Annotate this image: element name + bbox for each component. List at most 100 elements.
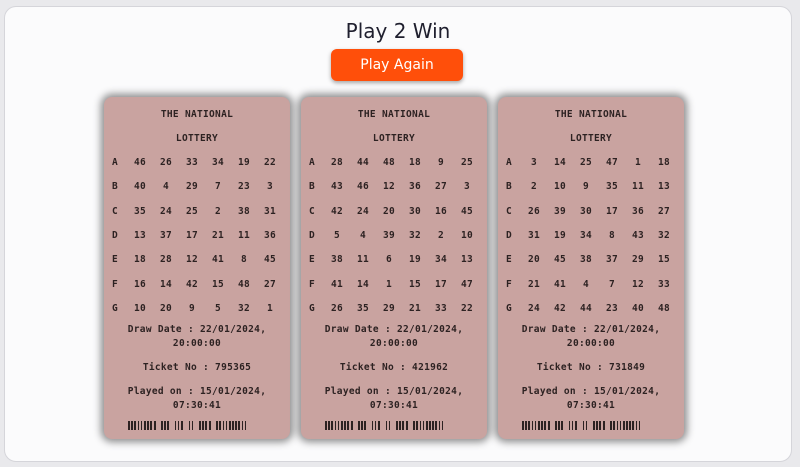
lottery-number: 1 <box>266 302 274 314</box>
row-letter: D <box>112 229 119 241</box>
lottery-number: 9 <box>188 302 196 314</box>
lottery-number: 41 <box>553 278 567 290</box>
lottery-number: 25 <box>460 157 474 168</box>
ticket-number: Ticket No : 421962 <box>339 362 449 373</box>
lottery-number: 7 <box>214 181 222 193</box>
lottery-number: 5 <box>333 229 341 241</box>
ticket-row-d: D 31 19 34 8 43 32 <box>506 230 678 242</box>
draw-date: Draw Date : 22/01/2024, <box>127 324 267 335</box>
lottery-number: 10 <box>460 229 474 241</box>
lottery-number: 35 <box>133 205 147 217</box>
row-letter: G <box>309 302 316 314</box>
lottery-number: 45 <box>460 205 474 217</box>
lottery-number: 2 <box>437 229 445 241</box>
draw-date: Draw Date : 22/01/2024, <box>324 324 464 335</box>
lottery-number: 6 <box>385 254 393 266</box>
tickets-area: THE NATIONAL LOTTERY A 46 26 33 34 19 22 B 40 4 29… <box>104 97 692 439</box>
lottery-number: 18 <box>657 157 671 168</box>
ticket-row-c: C 35 24 25 2 38 31 <box>112 206 284 218</box>
lottery-number: 20 <box>159 302 173 314</box>
lottery-number: 35 <box>605 181 619 193</box>
page-title: Play 2 Win <box>345 19 451 43</box>
row-letter: G <box>112 302 119 314</box>
lottery-number: 27 <box>263 278 277 290</box>
ticket-row-b: B 43 46 12 36 27 3 <box>309 181 481 193</box>
lottery-number: 16 <box>434 205 448 217</box>
row-letter: F <box>309 278 316 290</box>
lottery-number: 48 <box>237 278 251 290</box>
lottery-number: 11 <box>631 181 645 193</box>
row-letter: C <box>112 205 119 217</box>
lottery-number: 46 <box>133 157 147 168</box>
lottery-number: 34 <box>579 229 593 241</box>
lottery-number: 3 <box>463 181 471 193</box>
lottery-number: 33 <box>657 278 671 290</box>
lottery-number: 31 <box>527 229 541 241</box>
lottery-number: 12 <box>382 181 396 193</box>
lottery-number: 46 <box>356 181 370 193</box>
barcode <box>522 421 662 430</box>
ticket-row-e: E 20 45 38 37 29 15 <box>506 254 678 266</box>
row-letter: F <box>506 278 513 290</box>
lottery-number: 44 <box>579 302 593 314</box>
row-letter: C <box>506 205 513 217</box>
lottery-number: 21 <box>527 278 541 290</box>
played-on-date: Played on : 15/01/2024, <box>324 386 464 397</box>
lottery-number: 28 <box>330 157 344 168</box>
row-letter: D <box>309 229 316 241</box>
lottery-number: 21 <box>408 302 422 314</box>
lottery-number: 20 <box>527 254 541 266</box>
lottery-number: 48 <box>657 302 671 314</box>
ticket-row-c: C 42 24 20 30 16 45 <box>309 206 481 218</box>
row-letter: E <box>506 254 513 266</box>
ticket-row-d: D 13 37 17 21 11 36 <box>112 230 284 242</box>
lottery-number: 2 <box>530 181 538 193</box>
lottery-number: 22 <box>460 302 474 314</box>
lottery-number: 42 <box>185 278 199 290</box>
lottery-number: 17 <box>434 278 448 290</box>
lottery-number: 33 <box>185 157 199 168</box>
lottery-number: 35 <box>356 302 370 314</box>
lottery-number: 32 <box>237 302 251 314</box>
played-on-time: 07:30:41 <box>369 400 419 411</box>
lottery-number: 10 <box>553 181 567 193</box>
lottery-number: 15 <box>408 278 422 290</box>
lottery-number: 28 <box>159 254 173 266</box>
lottery-number: 44 <box>356 157 370 168</box>
lottery-number: 34 <box>211 157 225 168</box>
lottery-number: 39 <box>382 229 396 241</box>
row-letter: A <box>112 157 119 168</box>
lottery-number: 14 <box>356 278 370 290</box>
lottery-number: 10 <box>133 302 147 314</box>
lottery-number: 24 <box>356 205 370 217</box>
lottery-number: 8 <box>240 254 248 266</box>
lottery-number: 24 <box>159 205 173 217</box>
draw-time: 20:00:00 <box>566 338 616 349</box>
ticket-row-e: E 38 11 6 19 34 13 <box>309 254 481 266</box>
play-again-button[interactable]: Play Again <box>331 49 463 81</box>
lottery-number: 14 <box>159 278 173 290</box>
ticket-subheader: LOTTERY <box>372 133 416 144</box>
lottery-number: 4 <box>582 278 590 290</box>
lottery-number: 36 <box>408 181 422 193</box>
lottery-number: 32 <box>408 229 422 241</box>
lottery-number: 3 <box>530 157 538 168</box>
lottery-number: 30 <box>579 205 593 217</box>
lottery-number: 37 <box>605 254 619 266</box>
lottery-number: 16 <box>133 278 147 290</box>
ticket-number: Ticket No : 795365 <box>142 362 252 373</box>
lottery-ticket: THE NATIONAL LOTTERY A 3 14 25 47 1 18 B 2 10 9 35 1… <box>498 97 684 439</box>
lottery-number: 1 <box>634 157 642 168</box>
played-on-time: 07:30:41 <box>566 400 616 411</box>
lottery-number: 40 <box>133 181 147 193</box>
ticket-row-d: D 5 4 39 32 2 10 <box>309 230 481 242</box>
lottery-number: 30 <box>408 205 422 217</box>
lottery-number: 21 <box>211 229 225 241</box>
lottery-number: 26 <box>159 157 173 168</box>
played-on-date: Played on : 15/01/2024, <box>127 386 267 397</box>
row-letter: B <box>506 181 513 193</box>
lottery-number: 11 <box>237 229 251 241</box>
lottery-number: 40 <box>631 302 645 314</box>
lottery-number: 29 <box>631 254 645 266</box>
lottery-number: 43 <box>330 181 344 193</box>
